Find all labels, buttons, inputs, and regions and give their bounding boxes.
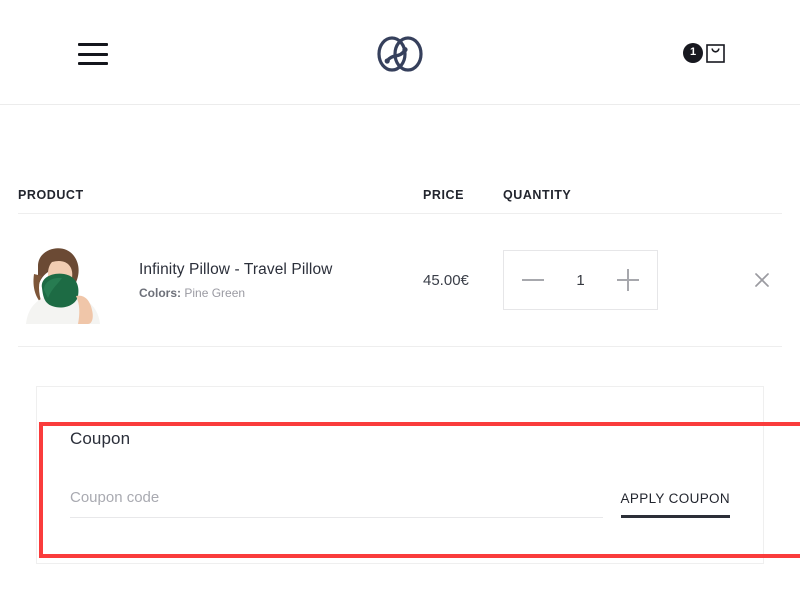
column-header-price: PRICE <box>423 188 464 202</box>
shopping-bag-icon[interactable] <box>706 42 725 63</box>
plus-icon[interactable] <box>617 269 639 291</box>
column-header-product: PRODUCT <box>18 188 84 202</box>
product-thumbnail[interactable] <box>18 236 106 324</box>
coupon-title: Coupon <box>70 429 131 448</box>
coupon-content: Coupon APPLY COUPON <box>70 429 730 518</box>
cart-table-header: PRODUCT PRICE QUANTITY <box>18 105 782 214</box>
product-title[interactable]: Infinity Pillow - Travel Pillow <box>139 261 332 279</box>
coupon-form: APPLY COUPON <box>70 489 730 518</box>
hamburger-menu-icon[interactable] <box>78 43 108 65</box>
coupon-input-wrapper <box>70 489 603 518</box>
site-header: 1 <box>0 0 800 105</box>
product-cell: Infinity Pillow - Travel Pillow Colors: … <box>18 236 423 324</box>
hamburger-bar-2 <box>78 52 108 56</box>
cart-item-row: Infinity Pillow - Travel Pillow Colors: … <box>18 214 782 347</box>
variant-value: Pine Green <box>184 285 246 300</box>
hamburger-bar-1 <box>78 43 108 46</box>
apply-coupon-button[interactable]: APPLY COUPON <box>620 491 730 518</box>
hamburger-bar-3 <box>78 62 108 65</box>
product-price: 45.00€ <box>423 271 469 289</box>
close-x-icon[interactable] <box>751 269 773 291</box>
product-variant: Colors: Pine Green <box>139 286 332 300</box>
column-header-quantity: QUANTITY <box>503 188 572 202</box>
minus-icon[interactable] <box>522 269 544 291</box>
cart-count-badge: 1 <box>683 42 703 63</box>
infinity-pillow-logo[interactable] <box>369 32 431 76</box>
coupon-card: Coupon APPLY COUPON <box>36 386 800 564</box>
cart-table: PRODUCT PRICE QUANTITY Infinity Pillow -… <box>0 105 800 564</box>
coupon-code-input[interactable] <box>70 489 603 506</box>
quantity-stepper[interactable]: 1 <box>503 250 658 310</box>
quantity-cell: 1 <box>503 250 782 310</box>
cart-button[interactable]: 1 <box>683 42 725 63</box>
variant-label: Colors: <box>139 285 181 300</box>
quantity-value[interactable]: 1 <box>561 272 601 289</box>
product-info: Infinity Pillow - Travel Pillow Colors: … <box>139 261 332 300</box>
